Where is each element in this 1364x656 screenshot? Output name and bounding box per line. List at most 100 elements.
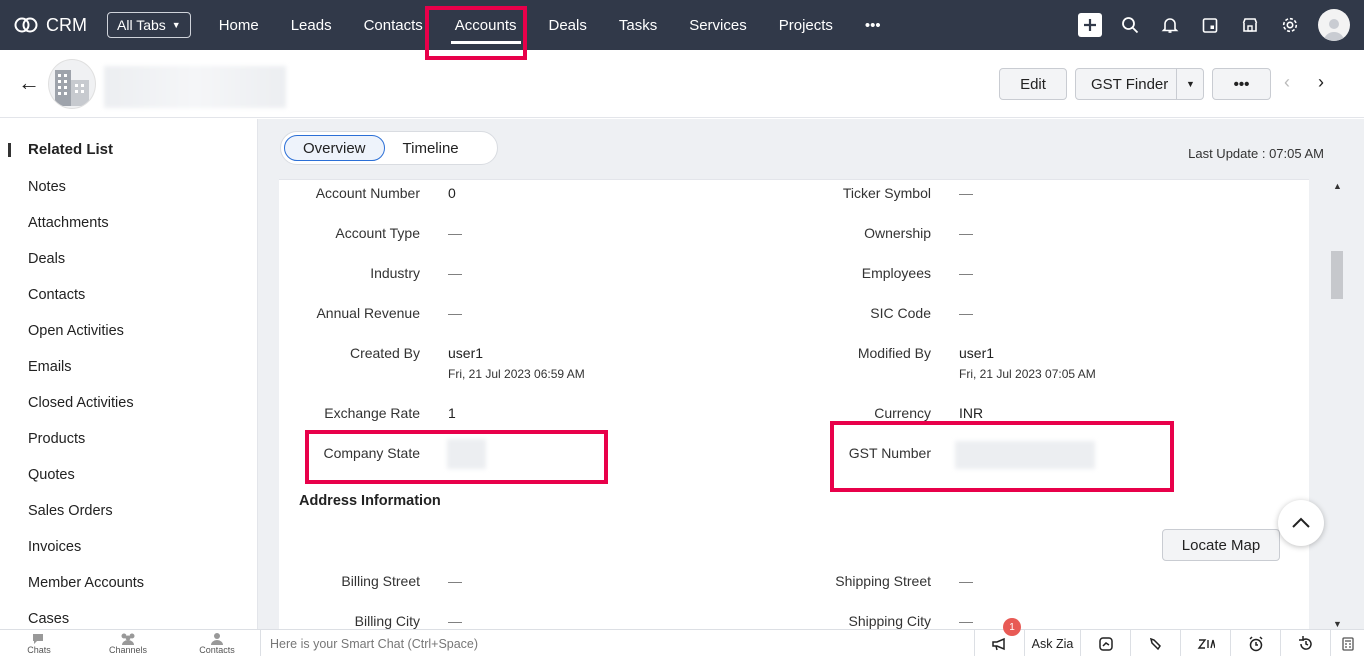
chat-bubble-icon (33, 634, 43, 644)
edit-button[interactable]: Edit (999, 68, 1067, 100)
gst-finder-button[interactable]: GST Finder ▼ (1075, 68, 1204, 100)
created-time: Fri, 21 Jul 2023 06:59 AM (448, 367, 585, 381)
alarm-clock-icon (1248, 635, 1263, 651)
field-value-industry[interactable]: — (448, 265, 462, 281)
field-label-billing-city: Billing City (354, 613, 420, 629)
address-section-title: Address Information (299, 493, 441, 509)
channels-icon (121, 633, 135, 645)
field-label-ticker-symbol: Ticker Symbol (842, 185, 931, 201)
all-tabs-dropdown[interactable]: All Tabs ▼ (107, 12, 191, 38)
sidebar-item-member-accounts[interactable]: Member Accounts (28, 573, 144, 609)
related-list-title: Related List (28, 141, 114, 158)
field-value-currency[interactable]: INR (959, 405, 983, 421)
more-actions-button[interactable]: ••• (1212, 68, 1271, 100)
signal-icon (1149, 637, 1161, 650)
field-value-shipping-city[interactable]: — (959, 613, 973, 629)
announcements-button[interactable]: 1 (974, 618, 1024, 656)
nav-home[interactable]: Home (203, 0, 275, 50)
crm-logo[interactable]: CRM (14, 15, 104, 36)
sidebar-item-contacts[interactable]: Contacts (28, 285, 144, 321)
nav-more[interactable]: ••• (849, 0, 897, 50)
last-update: Last Update : 07:05 AM (1188, 146, 1324, 161)
chevron-down-icon[interactable]: ▼ (1176, 69, 1204, 99)
field-value-modified-by[interactable]: user1 (959, 345, 994, 361)
sidebar-item-deals[interactable]: Deals (28, 249, 144, 285)
field-value-exchange-rate[interactable]: 1 (448, 405, 456, 421)
account-avatar (48, 59, 96, 109)
scroll-thumb[interactable] (1331, 251, 1343, 299)
calendar-button[interactable] (1190, 0, 1230, 50)
tab-timeline[interactable]: Timeline (385, 135, 477, 161)
field-label-ownership: Ownership (864, 225, 931, 241)
back-arrow-icon[interactable]: ← (18, 70, 40, 96)
calculator-button[interactable] (1330, 630, 1364, 656)
zia-icon (1197, 638, 1215, 649)
field-value-shipping-street[interactable]: — (959, 573, 973, 589)
chats-button[interactable]: Chats (9, 632, 69, 655)
notifications-button[interactable] (1150, 0, 1190, 50)
scroll-to-top-button[interactable] (1278, 500, 1324, 546)
contacts-label: Contacts (199, 645, 235, 655)
field-value-account-type[interactable]: — (448, 225, 462, 241)
field-value-ticker-symbol[interactable]: — (959, 185, 973, 201)
field-value-sic-code[interactable]: — (959, 305, 973, 321)
crm-logo-icon (14, 17, 38, 33)
locate-map-button[interactable]: Locate Map (1162, 529, 1280, 561)
signals-button[interactable] (1130, 630, 1180, 656)
field-label-shipping-city: Shipping City (848, 613, 932, 629)
sidebar-item-notes[interactable]: Notes (28, 177, 144, 213)
scroll-up-arrow-icon[interactable]: ▲ (1333, 181, 1342, 191)
next-record-icon[interactable]: › (1318, 72, 1324, 93)
smart-chat-input[interactable]: Here is your Smart Chat (Ctrl+Space) (260, 630, 980, 656)
nav-leads[interactable]: Leads (275, 0, 348, 50)
scroll-down-arrow-icon[interactable]: ▼ (1333, 619, 1342, 629)
sidebar-item-open-activities[interactable]: Open Activities (28, 321, 144, 357)
recent-items-button[interactable] (1280, 630, 1330, 656)
channels-label: Channels (108, 645, 148, 655)
sidebar-item-sales-orders[interactable]: Sales Orders (28, 501, 144, 537)
sidebar-item-attachments[interactable]: Attachments (28, 213, 144, 249)
field-value-billing-street[interactable]: — (448, 573, 462, 589)
highlight-company-state (305, 430, 608, 484)
create-button[interactable] (1070, 0, 1110, 50)
field-label-exchange-rate: Exchange Rate (324, 405, 420, 421)
field-value-account-number[interactable]: 0 (448, 185, 456, 201)
reminders-button[interactable] (1230, 630, 1280, 656)
ask-zia-button[interactable]: Ask Zia (1024, 630, 1080, 656)
sidebar-item-products[interactable]: Products (28, 429, 144, 465)
sidebar-item-invoices[interactable]: Invoices (28, 537, 144, 573)
field-value-employees[interactable]: — (959, 265, 973, 281)
field-value-ownership[interactable]: — (959, 225, 973, 241)
search-button[interactable] (1110, 0, 1150, 50)
nav-services[interactable]: Services (673, 0, 763, 50)
field-value-created-by[interactable]: user1 (448, 345, 483, 361)
brand-name: CRM (46, 14, 87, 35)
main-content: Overview Timeline Last Update : 07:05 AM… (258, 119, 1364, 629)
settings-button[interactable] (1270, 0, 1310, 50)
zia-insights-button[interactable] (1080, 630, 1130, 656)
sidebar-item-quotes[interactable]: Quotes (28, 465, 144, 501)
field-label-modified-by: Modified By (857, 345, 931, 361)
nav-tasks[interactable]: Tasks (603, 0, 673, 50)
plus-icon (1078, 13, 1102, 37)
collapse-icon[interactable] (8, 143, 11, 157)
field-label-currency: Currency (874, 405, 931, 421)
user-avatar[interactable] (1318, 9, 1350, 41)
megaphone-icon (991, 637, 1005, 650)
nav-projects[interactable]: Projects (763, 0, 849, 50)
zia-button[interactable] (1180, 630, 1230, 656)
field-value-annual-revenue[interactable]: — (448, 305, 462, 321)
sidebar-item-emails[interactable]: Emails (28, 357, 144, 393)
previous-record-icon[interactable]: ‹ (1284, 72, 1290, 93)
tab-overview[interactable]: Overview (284, 135, 385, 161)
sidebar-item-closed-activities[interactable]: Closed Activities (28, 393, 144, 429)
field-value-billing-city[interactable]: — (448, 613, 462, 629)
channels-button[interactable]: Channels (98, 632, 158, 655)
highlight-accounts-tab (425, 6, 527, 60)
contacts-button[interactable]: Contacts (187, 632, 247, 655)
calculator-icon (1341, 636, 1354, 651)
marketplace-button[interactable] (1230, 0, 1270, 50)
calendar-icon (1202, 18, 1218, 33)
vertical-scrollbar[interactable]: ▲ ▼ (1330, 179, 1344, 629)
nav-deals[interactable]: Deals (533, 0, 603, 50)
